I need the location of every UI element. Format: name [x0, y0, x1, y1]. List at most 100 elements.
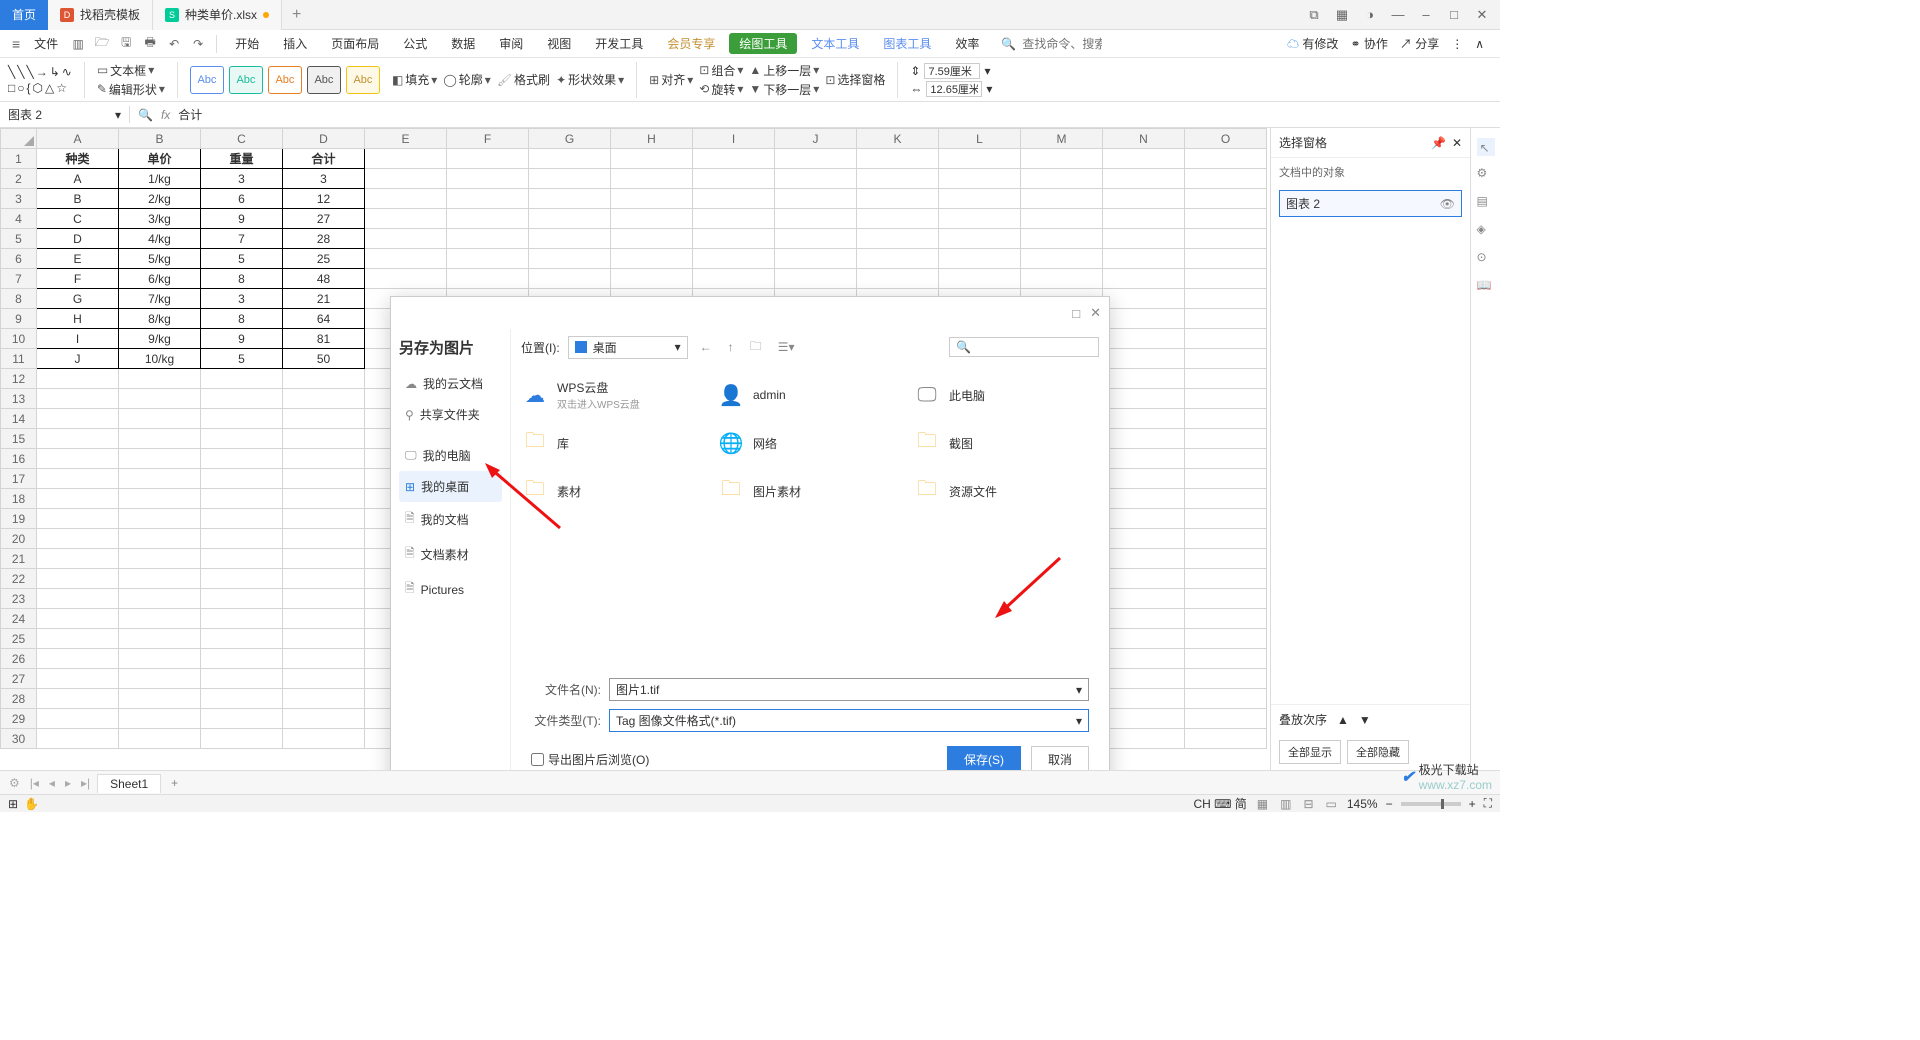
- more-icon[interactable]: ⋮: [1451, 37, 1463, 51]
- sheet-options-icon[interactable]: ⚙: [6, 776, 23, 790]
- save-icon[interactable]: 🖫: [116, 34, 136, 54]
- file-item[interactable]: 🗀 截图: [913, 421, 1099, 465]
- nav-up-icon[interactable]: ↑: [724, 340, 738, 354]
- side-documents[interactable]: 🗎我的文档: [399, 502, 502, 537]
- avatar-icon[interactable]: ◑: [1360, 5, 1380, 25]
- menu-text-tools[interactable]: 文本工具: [801, 35, 869, 52]
- bring-forward[interactable]: ▲ 上移一层▾: [749, 62, 819, 79]
- book-tool-icon[interactable]: 📖: [1477, 278, 1495, 296]
- menu-view[interactable]: 视图: [537, 35, 581, 52]
- print-icon[interactable]: 🖶: [140, 34, 160, 54]
- height-input[interactable]: ⇕ ▾: [910, 63, 992, 79]
- cloud-status[interactable]: ☁ 有修改: [1287, 35, 1338, 52]
- menu-start[interactable]: 开始: [225, 35, 269, 52]
- menu-member[interactable]: 会员专享: [657, 35, 725, 52]
- search-fx-icon[interactable]: 🔍: [138, 108, 153, 122]
- show-all-button[interactable]: 全部显示: [1279, 740, 1341, 764]
- tab-document[interactable]: S种类单价.xlsx: [153, 0, 282, 30]
- dialog-search[interactable]: 🔍: [949, 337, 1099, 357]
- open-after-export-checkbox[interactable]: 导出图片后浏览(O): [531, 751, 649, 768]
- expand-icon[interactable]: ∧: [1475, 37, 1484, 51]
- select-tool-icon[interactable]: ↖: [1477, 138, 1495, 156]
- style-preset-3[interactable]: Abc: [268, 66, 302, 94]
- cancel-button[interactable]: 取消: [1031, 746, 1089, 770]
- view-normal-icon[interactable]: ▦: [1255, 797, 1270, 811]
- save-button[interactable]: 保存(S): [947, 746, 1021, 770]
- menu-drawing-tools[interactable]: 绘图工具: [729, 33, 797, 54]
- collab-button[interactable]: ⚭ 协作: [1350, 35, 1387, 52]
- side-assets[interactable]: 🗎文档素材: [399, 537, 502, 572]
- status-drag-icon[interactable]: ✋: [24, 797, 39, 811]
- pin-icon[interactable]: 📌: [1431, 136, 1446, 150]
- fullscreen-icon[interactable]: ⛶: [1484, 796, 1492, 811]
- z-down-icon[interactable]: ▼: [1359, 713, 1371, 727]
- sheet-next-icon[interactable]: ▸: [62, 776, 74, 790]
- shapes-tool-icon[interactable]: ◈: [1477, 222, 1495, 240]
- new-folder-icon[interactable]: 🗀: [746, 337, 766, 358]
- hamburger-icon[interactable]: ≡: [8, 36, 24, 52]
- status-left-icon[interactable]: ⊞: [8, 797, 18, 811]
- menu-layout[interactable]: 页面布局: [321, 35, 389, 52]
- edit-shape-button[interactable]: ✎ 编辑形状 ▾: [97, 81, 165, 98]
- view-reading-icon[interactable]: ▭: [1324, 797, 1339, 811]
- file-item[interactable]: ☁ WPS云盘双击进入WPS云盘: [521, 373, 707, 417]
- sheet-prev-icon[interactable]: ◂: [46, 776, 58, 790]
- pane-close-icon[interactable]: ✕: [1452, 136, 1462, 150]
- menu-efficiency[interactable]: 效率: [945, 35, 989, 52]
- shape-gallery[interactable]: ╲╲╲→↳∿ □○{⬡△☆: [8, 65, 72, 95]
- menu-data[interactable]: 数据: [441, 35, 485, 52]
- redo-icon[interactable]: ↷: [188, 34, 208, 54]
- menu-dev[interactable]: 开发工具: [585, 35, 653, 52]
- add-sheet-icon[interactable]: +: [165, 776, 184, 790]
- ime-indicator[interactable]: CH ⌨ 简: [1193, 795, 1246, 812]
- view-page-icon[interactable]: ▥: [1278, 797, 1293, 811]
- dialog-close-icon[interactable]: ✕: [1090, 305, 1101, 321]
- file-item[interactable]: 👤 admin: [717, 373, 903, 417]
- view-split-icon[interactable]: ⊟: [1301, 797, 1315, 811]
- sheet-tab-1[interactable]: Sheet1: [97, 774, 161, 793]
- menu-formula[interactable]: 公式: [393, 35, 437, 52]
- file-item[interactable]: 🗀 库: [521, 421, 707, 465]
- width-input[interactable]: ⇔ ▾: [910, 81, 992, 97]
- dialog-minimize-icon[interactable]: □: [1072, 306, 1080, 321]
- zoom-out-icon[interactable]: −: [1386, 797, 1393, 811]
- side-shared[interactable]: ⚲共享文件夹: [399, 399, 502, 430]
- sheet-last-icon[interactable]: ▸|: [78, 776, 93, 790]
- formula-input[interactable]: 合计: [178, 106, 202, 123]
- apps-icon[interactable]: ▦: [1332, 5, 1352, 25]
- rotate-button[interactable]: ⟲ 旋转▾: [699, 81, 743, 98]
- hide-all-button[interactable]: 全部隐藏: [1347, 740, 1409, 764]
- spreadsheet[interactable]: ABCDEFGHIJKLMNO1种类单价重量合计2A1/kg333B2/kg61…: [0, 128, 1270, 770]
- nav-back-icon[interactable]: ←: [696, 340, 716, 354]
- tab-template[interactable]: D找稻壳模板: [48, 0, 153, 30]
- file-item[interactable]: 🖵 此电脑: [913, 373, 1099, 417]
- align-button[interactable]: ⊞对齐▾: [649, 71, 693, 88]
- open-icon[interactable]: 🗁: [92, 34, 112, 54]
- layout-icon[interactable]: ⧉: [1304, 5, 1324, 25]
- fx-icon[interactable]: fx: [161, 108, 170, 122]
- filename-input[interactable]: 图片1.tif▾: [609, 678, 1089, 701]
- dash-icon[interactable]: —: [1388, 5, 1408, 25]
- menu-file[interactable]: 文件: [28, 35, 64, 52]
- file-item[interactable]: 🌐 网络: [717, 421, 903, 465]
- file-item[interactable]: 🗀 资源文件: [913, 469, 1099, 513]
- menu-review[interactable]: 审阅: [489, 35, 533, 52]
- style-preset-1[interactable]: Abc: [190, 66, 224, 94]
- filetype-select[interactable]: Tag 图像文件格式(*.tif)▾: [609, 709, 1089, 732]
- name-box[interactable]: 图表 2▾: [0, 106, 130, 123]
- side-desktop[interactable]: ⊞我的桌面: [399, 471, 502, 502]
- share-button[interactable]: ↗ 分享: [1400, 35, 1439, 52]
- file-item[interactable]: 🗀 图片素材: [717, 469, 903, 513]
- style-preset-2[interactable]: Abc: [229, 66, 263, 94]
- effect-button[interactable]: ✦ 形状效果▾: [556, 71, 624, 88]
- zoom-value[interactable]: 145%: [1347, 797, 1378, 811]
- side-pictures[interactable]: 🗎Pictures: [399, 572, 502, 607]
- visibility-icon[interactable]: 👁: [1440, 197, 1455, 211]
- menu-chart-tools[interactable]: 图表工具: [873, 35, 941, 52]
- selection-pane-button[interactable]: ⊡选择窗格: [825, 71, 885, 88]
- side-cloud-docs[interactable]: ☁我的云文档: [399, 368, 502, 399]
- side-this-pc[interactable]: 🖵我的电脑: [399, 440, 502, 471]
- command-search[interactable]: 🔍: [1001, 37, 1102, 51]
- style-preset-5[interactable]: Abc: [346, 66, 380, 94]
- style-preset-4[interactable]: Abc: [307, 66, 341, 94]
